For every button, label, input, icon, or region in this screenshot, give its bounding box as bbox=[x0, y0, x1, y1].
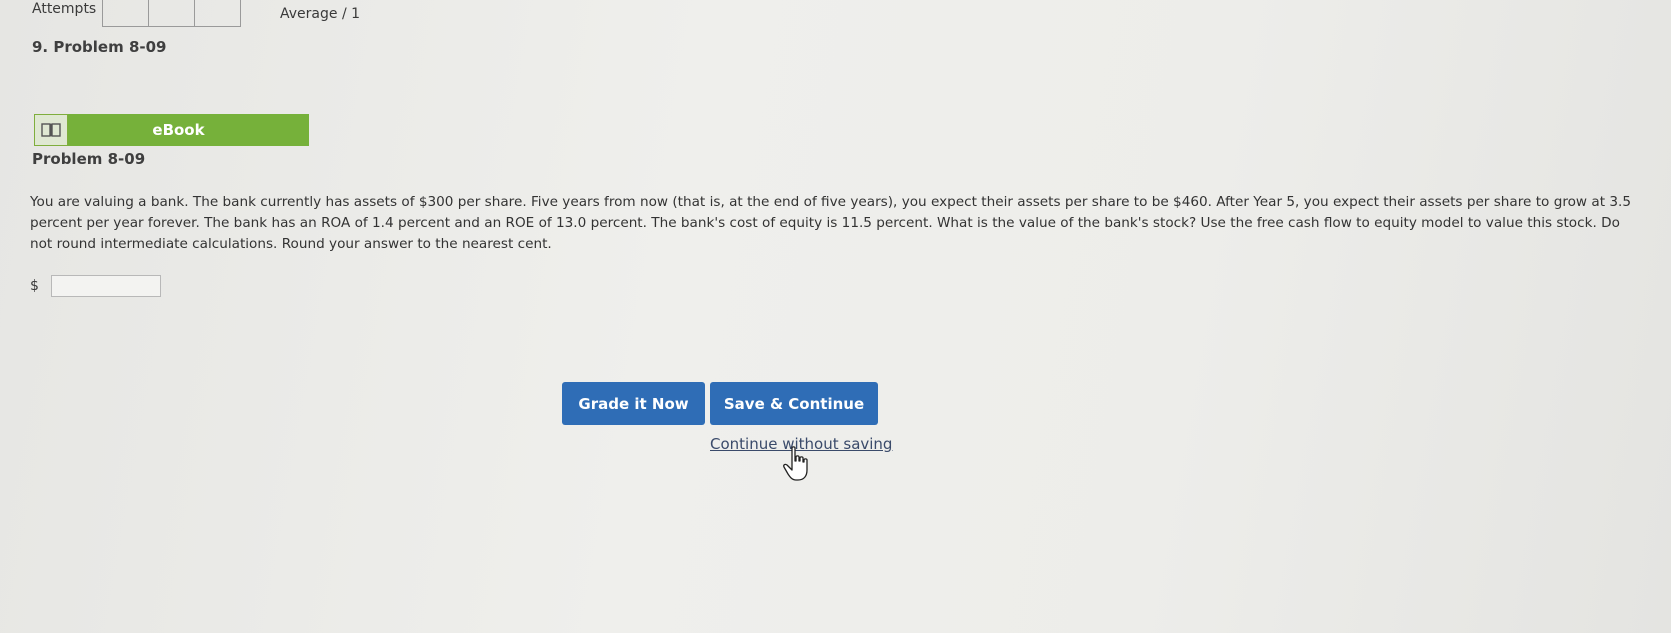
attempt-box bbox=[149, 0, 196, 26]
average-label: Average / 1 bbox=[280, 6, 361, 22]
attempt-boxes bbox=[102, 0, 242, 27]
ebook-bar[interactable]: eBook bbox=[34, 114, 309, 146]
book-icon[interactable] bbox=[34, 114, 68, 146]
problem-text: You are valuing a bank. The bank current… bbox=[30, 194, 1631, 252]
attempt-box bbox=[195, 0, 240, 26]
answer-input[interactable] bbox=[50, 275, 161, 297]
currency-symbol: $ bbox=[30, 278, 39, 294]
hand-cursor-icon bbox=[783, 446, 808, 481]
attempt-box bbox=[103, 0, 150, 26]
grade-it-now-button[interactable]: Grade it Now bbox=[562, 382, 705, 425]
problem-heading: 9. Problem 8-09 bbox=[32, 38, 167, 56]
save-and-continue-button[interactable]: Save & Continue bbox=[710, 382, 878, 425]
ebook-button[interactable]: eBook bbox=[68, 114, 309, 146]
problem-subtitle: Problem 8-09 bbox=[32, 150, 146, 168]
attempts-row: Attempts bbox=[32, 0, 242, 28]
page: Attempts Average / 1 9. Problem 8-09 eBo… bbox=[0, 0, 1671, 633]
answer-row: $ bbox=[30, 275, 161, 297]
attempts-label: Attempts bbox=[32, 1, 97, 17]
